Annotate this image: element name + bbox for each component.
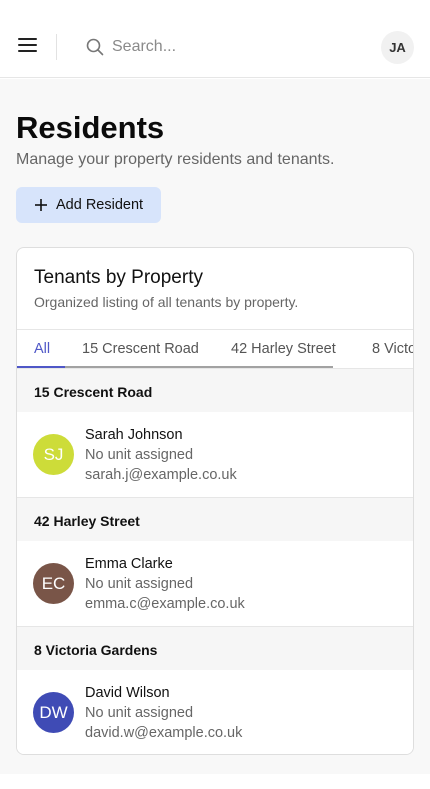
resident-email: emma.c@example.co.uk xyxy=(85,596,245,612)
card-title: Tenants by Property xyxy=(34,267,203,288)
add-resident-button[interactable]: Add Resident xyxy=(16,187,161,223)
page-subtitle: Manage your property residents and tenan… xyxy=(16,151,335,168)
search-input[interactable] xyxy=(112,34,362,60)
resident-name: David Wilson xyxy=(85,685,170,701)
resident-email: david.w@example.co.uk xyxy=(85,725,243,741)
resident-name: Sarah Johnson xyxy=(85,427,183,443)
property-tabs: All 15 Crescent Road 42 Harley Street 8 … xyxy=(17,329,413,369)
group-header: 15 Crescent Road xyxy=(17,368,413,412)
group-header: 42 Harley Street xyxy=(17,497,413,541)
avatar: SJ xyxy=(33,434,74,475)
group-property-name: 8 Victoria Gardens xyxy=(34,642,158,658)
tenants-card: Tenants by Property Organized listing of… xyxy=(16,247,414,755)
avatar: EC xyxy=(33,563,74,604)
add-resident-label: Add Resident xyxy=(56,197,144,213)
group-header: 8 Victoria Gardens xyxy=(17,626,413,670)
resident-row[interactable]: EC Emma Clarke No unit assigned emma.c@e… xyxy=(17,541,413,626)
avatar: DW xyxy=(33,692,74,733)
tab-42-harley-street[interactable]: 42 Harley Street xyxy=(231,341,336,357)
resident-unit: No unit assigned xyxy=(85,576,194,592)
page-title: Residents xyxy=(16,110,165,145)
group-property-name: 42 Harley Street xyxy=(34,513,140,529)
resident-name: Emma Clarke xyxy=(85,556,173,572)
tab-8-victoria-gardens[interactable]: 8 Victoria Gardens xyxy=(372,341,413,357)
tab-15-crescent-road[interactable]: 15 Crescent Road xyxy=(82,341,199,357)
resident-unit: No unit assigned xyxy=(85,705,194,721)
search-icon xyxy=(86,38,104,56)
menu-icon[interactable] xyxy=(18,38,38,54)
resident-row[interactable]: SJ Sarah Johnson No unit assigned sarah.… xyxy=(17,412,413,497)
plus-icon xyxy=(35,199,47,211)
resident-unit: No unit assigned xyxy=(85,447,194,463)
top-bar: JA xyxy=(0,0,430,78)
main-content: Residents Manage your property residents… xyxy=(0,79,430,774)
header-divider xyxy=(56,34,57,60)
user-avatar[interactable]: JA xyxy=(381,31,414,64)
group-property-name: 15 Crescent Road xyxy=(34,384,153,400)
resident-row[interactable]: DW David Wilson No unit assigned david.w… xyxy=(17,670,413,754)
tab-all[interactable]: All xyxy=(34,341,50,357)
card-subtitle: Organized listing of all tenants by prop… xyxy=(34,294,299,310)
resident-email: sarah.j@example.co.uk xyxy=(85,467,237,483)
